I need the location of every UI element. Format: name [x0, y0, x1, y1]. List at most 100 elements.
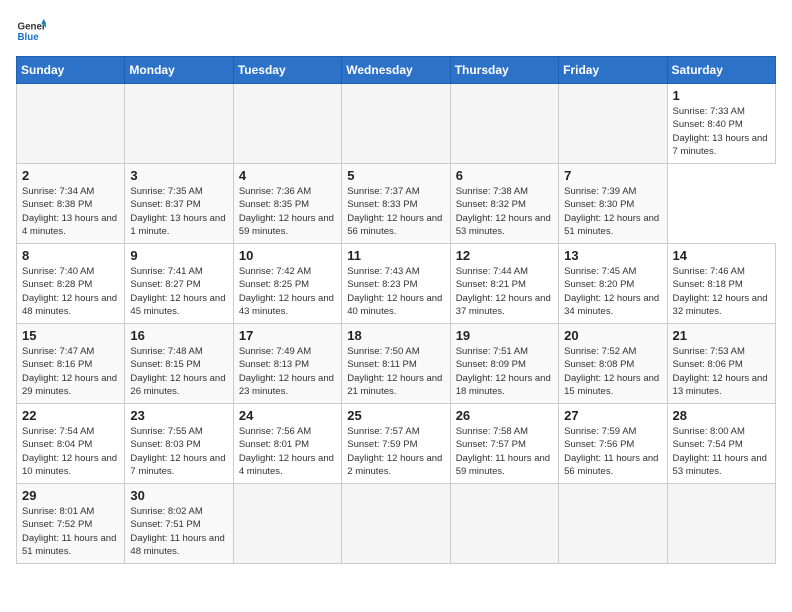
day-number: 20: [564, 328, 661, 343]
day-number: 15: [22, 328, 119, 343]
calendar-cell: 5 Sunrise: 7:37 AMSunset: 8:33 PMDayligh…: [342, 164, 450, 244]
day-number: 19: [456, 328, 553, 343]
day-detail: Sunrise: 7:49 AMSunset: 8:13 PMDaylight:…: [239, 346, 334, 397]
calendar-cell: [559, 484, 667, 564]
day-number: 18: [347, 328, 444, 343]
calendar-header-wednesday: Wednesday: [342, 57, 450, 84]
calendar-cell: [17, 84, 125, 164]
day-number: 3: [130, 168, 227, 183]
day-number: 11: [347, 248, 444, 263]
day-detail: Sunrise: 7:56 AMSunset: 8:01 PMDaylight:…: [239, 426, 334, 477]
calendar-cell: [233, 484, 341, 564]
day-number: 27: [564, 408, 661, 423]
calendar-cell: 11 Sunrise: 7:43 AMSunset: 8:23 PMDaylig…: [342, 244, 450, 324]
day-detail: Sunrise: 7:36 AMSunset: 8:35 PMDaylight:…: [239, 186, 334, 237]
day-detail: Sunrise: 7:43 AMSunset: 8:23 PMDaylight:…: [347, 266, 442, 317]
calendar-cell: 20 Sunrise: 7:52 AMSunset: 8:08 PMDaylig…: [559, 324, 667, 404]
calendar-cell: 19 Sunrise: 7:51 AMSunset: 8:09 PMDaylig…: [450, 324, 558, 404]
day-detail: Sunrise: 7:39 AMSunset: 8:30 PMDaylight:…: [564, 186, 659, 237]
day-detail: Sunrise: 7:55 AMSunset: 8:03 PMDaylight:…: [130, 426, 225, 477]
day-detail: Sunrise: 7:57 AMSunset: 7:59 PMDaylight:…: [347, 426, 442, 477]
day-number: 14: [673, 248, 770, 263]
day-detail: Sunrise: 7:44 AMSunset: 8:21 PMDaylight:…: [456, 266, 551, 317]
day-number: 16: [130, 328, 227, 343]
day-detail: Sunrise: 7:53 AMSunset: 8:06 PMDaylight:…: [673, 346, 768, 397]
calendar-cell: 4 Sunrise: 7:36 AMSunset: 8:35 PMDayligh…: [233, 164, 341, 244]
day-number: 26: [456, 408, 553, 423]
day-number: 13: [564, 248, 661, 263]
day-detail: Sunrise: 8:00 AMSunset: 7:54 PMDaylight:…: [673, 426, 767, 477]
day-detail: Sunrise: 7:59 AMSunset: 7:56 PMDaylight:…: [564, 426, 658, 477]
day-detail: Sunrise: 7:52 AMSunset: 8:08 PMDaylight:…: [564, 346, 659, 397]
calendar-week-row: 15 Sunrise: 7:47 AMSunset: 8:16 PMDaylig…: [17, 324, 776, 404]
calendar-cell: 17 Sunrise: 7:49 AMSunset: 8:13 PMDaylig…: [233, 324, 341, 404]
calendar-header-saturday: Saturday: [667, 57, 775, 84]
calendar-table: SundayMondayTuesdayWednesdayThursdayFrid…: [16, 56, 776, 564]
calendar-cell: 1 Sunrise: 7:33 AMSunset: 8:40 PMDayligh…: [667, 84, 775, 164]
day-detail: Sunrise: 7:41 AMSunset: 8:27 PMDaylight:…: [130, 266, 225, 317]
calendar-header-monday: Monday: [125, 57, 233, 84]
calendar-cell: 2 Sunrise: 7:34 AMSunset: 8:38 PMDayligh…: [17, 164, 125, 244]
calendar-cell: 25 Sunrise: 7:57 AMSunset: 7:59 PMDaylig…: [342, 404, 450, 484]
calendar-cell: 7 Sunrise: 7:39 AMSunset: 8:30 PMDayligh…: [559, 164, 667, 244]
day-number: 22: [22, 408, 119, 423]
calendar-cell: 9 Sunrise: 7:41 AMSunset: 8:27 PMDayligh…: [125, 244, 233, 324]
day-number: 4: [239, 168, 336, 183]
day-number: 24: [239, 408, 336, 423]
calendar-cell: [233, 84, 341, 164]
calendar-cell: 6 Sunrise: 7:38 AMSunset: 8:32 PMDayligh…: [450, 164, 558, 244]
day-number: 2: [22, 168, 119, 183]
day-number: 10: [239, 248, 336, 263]
day-detail: Sunrise: 7:42 AMSunset: 8:25 PMDaylight:…: [239, 266, 334, 317]
calendar-cell: [342, 84, 450, 164]
day-detail: Sunrise: 7:38 AMSunset: 8:32 PMDaylight:…: [456, 186, 551, 237]
page-header: General Blue: [16, 16, 776, 46]
day-number: 7: [564, 168, 661, 183]
day-number: 30: [130, 488, 227, 503]
calendar-header-sunday: Sunday: [17, 57, 125, 84]
calendar-cell: 21 Sunrise: 7:53 AMSunset: 8:06 PMDaylig…: [667, 324, 775, 404]
calendar-cell: [450, 484, 558, 564]
day-number: 25: [347, 408, 444, 423]
day-number: 23: [130, 408, 227, 423]
calendar-cell: 18 Sunrise: 7:50 AMSunset: 8:11 PMDaylig…: [342, 324, 450, 404]
day-detail: Sunrise: 7:37 AMSunset: 8:33 PMDaylight:…: [347, 186, 442, 237]
calendar-week-row: 22 Sunrise: 7:54 AMSunset: 8:04 PMDaylig…: [17, 404, 776, 484]
day-detail: Sunrise: 7:47 AMSunset: 8:16 PMDaylight:…: [22, 346, 117, 397]
calendar-cell: 24 Sunrise: 7:56 AMSunset: 8:01 PMDaylig…: [233, 404, 341, 484]
calendar-week-row: 1 Sunrise: 7:33 AMSunset: 8:40 PMDayligh…: [17, 84, 776, 164]
day-detail: Sunrise: 7:51 AMSunset: 8:09 PMDaylight:…: [456, 346, 551, 397]
calendar-header-friday: Friday: [559, 57, 667, 84]
logo: General Blue: [16, 16, 46, 46]
day-number: 6: [456, 168, 553, 183]
calendar-cell: 30 Sunrise: 8:02 AMSunset: 7:51 PMDaylig…: [125, 484, 233, 564]
day-detail: Sunrise: 7:40 AMSunset: 8:28 PMDaylight:…: [22, 266, 117, 317]
calendar-cell: 13 Sunrise: 7:45 AMSunset: 8:20 PMDaylig…: [559, 244, 667, 324]
calendar-week-row: 29 Sunrise: 8:01 AMSunset: 7:52 PMDaylig…: [17, 484, 776, 564]
calendar-cell: [450, 84, 558, 164]
day-number: 12: [456, 248, 553, 263]
day-number: 21: [673, 328, 770, 343]
calendar-cell: 3 Sunrise: 7:35 AMSunset: 8:37 PMDayligh…: [125, 164, 233, 244]
calendar-cell: [342, 484, 450, 564]
calendar-cell: 27 Sunrise: 7:59 AMSunset: 7:56 PMDaylig…: [559, 404, 667, 484]
day-detail: Sunrise: 8:02 AMSunset: 7:51 PMDaylight:…: [130, 506, 224, 557]
calendar-header-tuesday: Tuesday: [233, 57, 341, 84]
calendar-cell: 8 Sunrise: 7:40 AMSunset: 8:28 PMDayligh…: [17, 244, 125, 324]
calendar-cell: [559, 84, 667, 164]
calendar-cell: 16 Sunrise: 7:48 AMSunset: 8:15 PMDaylig…: [125, 324, 233, 404]
day-number: 28: [673, 408, 770, 423]
calendar-cell: 29 Sunrise: 8:01 AMSunset: 7:52 PMDaylig…: [17, 484, 125, 564]
day-number: 9: [130, 248, 227, 263]
calendar-week-row: 2 Sunrise: 7:34 AMSunset: 8:38 PMDayligh…: [17, 164, 776, 244]
day-detail: Sunrise: 7:46 AMSunset: 8:18 PMDaylight:…: [673, 266, 768, 317]
day-number: 29: [22, 488, 119, 503]
calendar-cell: [125, 84, 233, 164]
day-number: 17: [239, 328, 336, 343]
day-detail: Sunrise: 7:58 AMSunset: 7:57 PMDaylight:…: [456, 426, 550, 477]
calendar-cell: 14 Sunrise: 7:46 AMSunset: 8:18 PMDaylig…: [667, 244, 775, 324]
svg-text:Blue: Blue: [18, 32, 40, 43]
day-number: 5: [347, 168, 444, 183]
day-detail: Sunrise: 7:48 AMSunset: 8:15 PMDaylight:…: [130, 346, 225, 397]
calendar-week-row: 8 Sunrise: 7:40 AMSunset: 8:28 PMDayligh…: [17, 244, 776, 324]
